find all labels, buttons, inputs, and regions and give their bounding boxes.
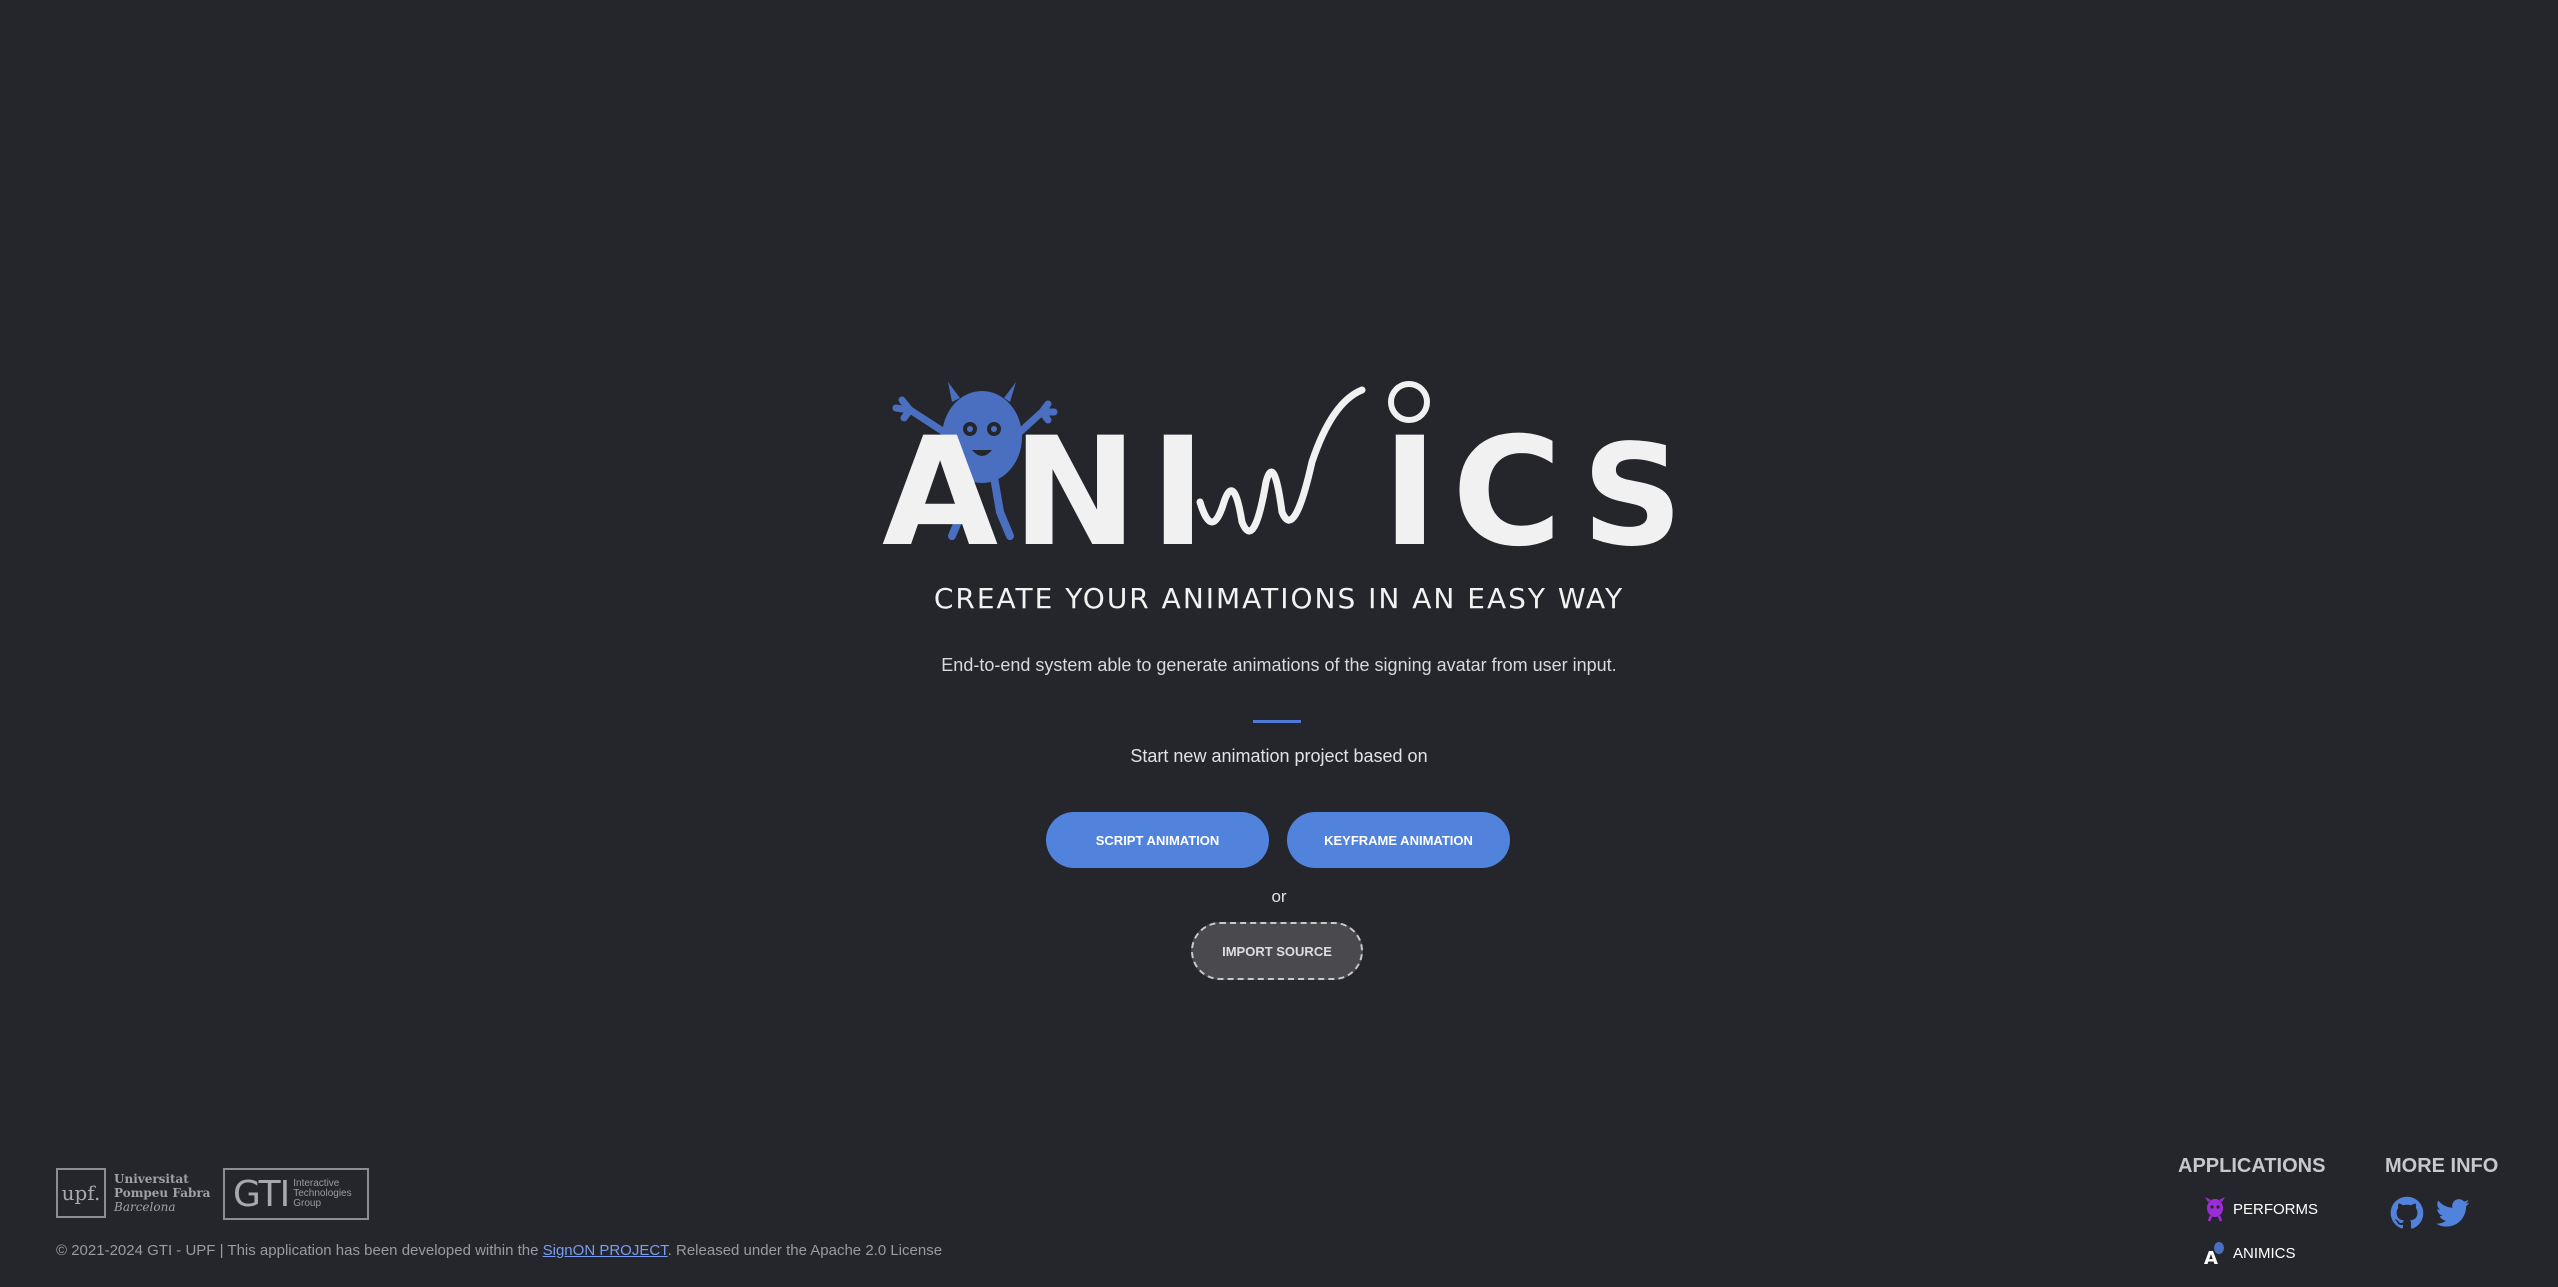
or-separator: or bbox=[1271, 887, 1287, 906]
logo-letter-c: C bbox=[1452, 406, 1562, 552]
gti-logo[interactable]: GTI Interactive Technologies Group bbox=[223, 1168, 369, 1220]
upf-logo[interactable]: upf. Universitat Pompeu Fabra Barcelona bbox=[56, 1168, 210, 1218]
script-animation-button[interactable]: SCRIPT ANIMATION bbox=[1046, 812, 1269, 868]
logo-letter-n: N bbox=[1012, 406, 1138, 552]
app-link-animics[interactable]: A ANIMICS bbox=[2203, 1240, 2296, 1266]
signon-project-link[interactable]: SignON PROJECT bbox=[543, 1242, 668, 1259]
animics-logo: A N I I C S bbox=[882, 381, 1682, 552]
twitter-icon[interactable] bbox=[2436, 1196, 2470, 1230]
app-label-animics: ANIMICS bbox=[2233, 1244, 2296, 1262]
copyright-suffix: . Released under the Apache 2.0 License bbox=[667, 1242, 943, 1259]
copyright-prefix: © 2021-2024 GTI - UPF | This application… bbox=[56, 1242, 543, 1259]
gti-line3: Group bbox=[293, 1198, 322, 1209]
app-label-performs: PERFORMS bbox=[2233, 1200, 2319, 1218]
logo-letter-s: S bbox=[1582, 415, 1682, 552]
logo-letter-a: A bbox=[882, 406, 998, 552]
github-icon[interactable] bbox=[2390, 1196, 2424, 1230]
gti-mark: GTI bbox=[233, 1173, 290, 1215]
import-source-button[interactable]: IMPORT SOURCE bbox=[1191, 922, 1363, 980]
performs-monster-icon bbox=[2205, 1197, 2225, 1222]
keyframe-animation-button[interactable]: KEYFRAME ANIMATION bbox=[1287, 812, 1510, 868]
upf-line3: Barcelona bbox=[114, 1200, 176, 1214]
hero-subtitle: CREATE YOUR ANIMATIONS IN AN EASY WAY bbox=[933, 582, 1625, 615]
upf-line2: Pompeu Fabra bbox=[114, 1186, 211, 1200]
hero-divider bbox=[1253, 720, 1301, 723]
hero-description: End-to-end system able to generate anima… bbox=[941, 655, 1617, 675]
upf-mark: upf. bbox=[56, 1168, 106, 1218]
applications-title: APPLICATIONS bbox=[2178, 1155, 2326, 1177]
app-link-performs[interactable]: PERFORMS bbox=[2203, 1196, 2318, 1222]
logo-letter-i2: I bbox=[1382, 406, 1438, 552]
more-info-title: MORE INFO bbox=[2385, 1155, 2499, 1177]
start-project-label: Start new animation project based on bbox=[1130, 746, 1428, 766]
copyright-text: © 2021-2024 GTI - UPF | This application… bbox=[56, 1242, 942, 1259]
logo-letter-i1: I bbox=[1150, 406, 1206, 552]
upf-line1: Universitat bbox=[114, 1172, 189, 1186]
animics-logo-icon: A bbox=[2204, 1242, 2224, 1266]
